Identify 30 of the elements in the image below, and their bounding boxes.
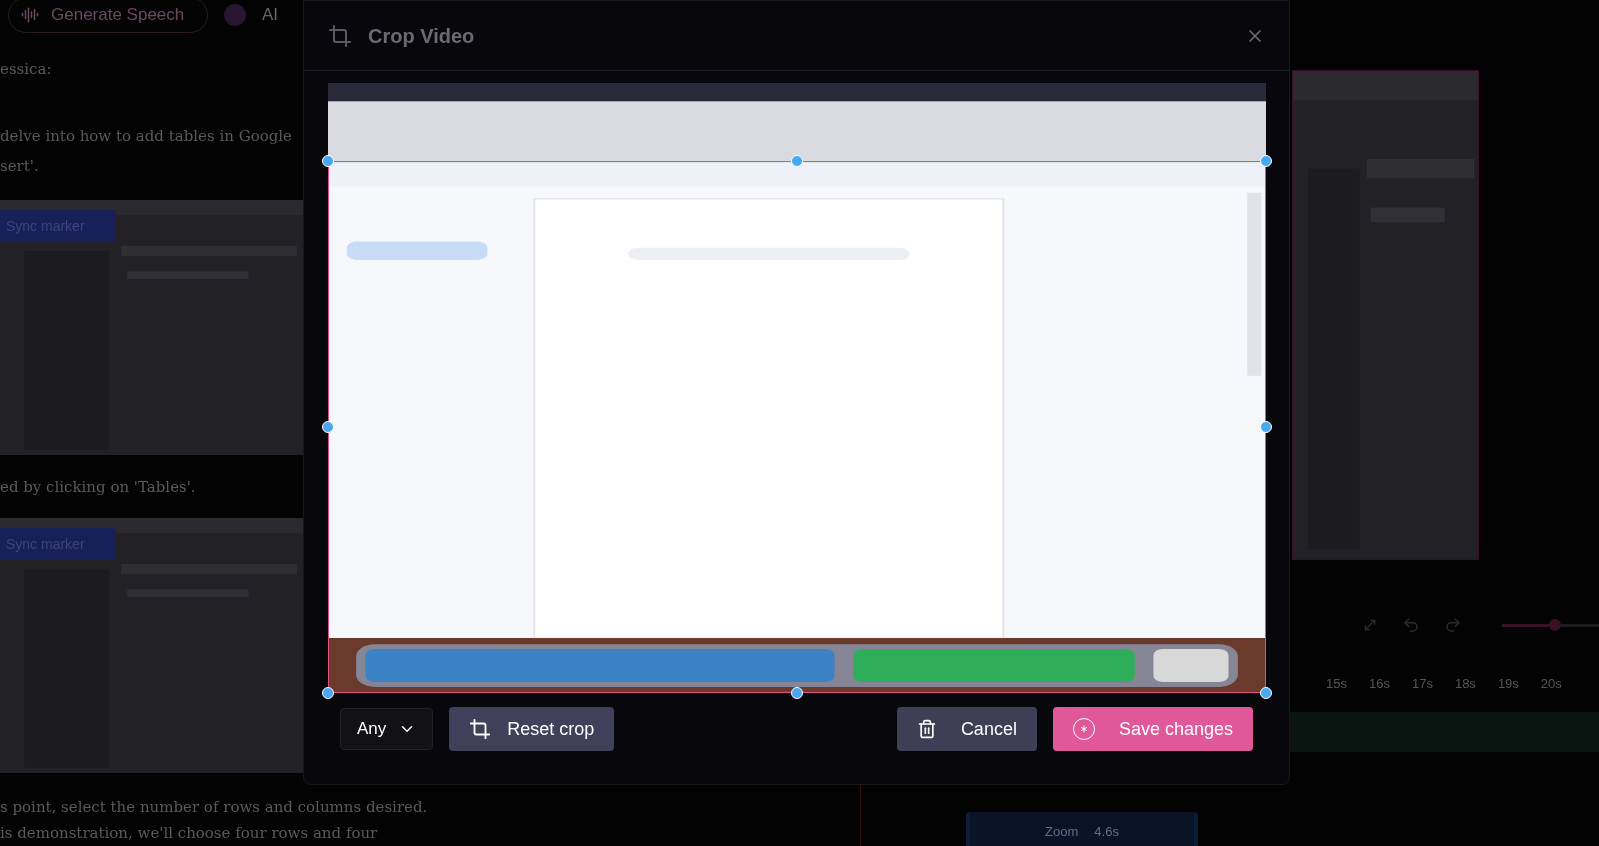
crop-handle[interactable] xyxy=(322,155,334,167)
script-text: essica: xyxy=(0,58,52,80)
crop-icon xyxy=(469,718,492,740)
script-text: s point, select the number of rows and columns desired. xyxy=(0,796,428,818)
script-text: ed by clicking on 'Tables'. xyxy=(0,476,196,498)
timeline-tick-label: 18s xyxy=(1454,675,1476,694)
timeline-tick-label: 17s xyxy=(1411,675,1433,694)
timeline-tick-label: 19s xyxy=(1497,675,1519,694)
crop-handle[interactable] xyxy=(322,421,334,433)
dialog-title: Crop Video xyxy=(368,23,475,49)
trash-icon xyxy=(916,719,937,739)
script-text: sert'. xyxy=(0,155,39,177)
timeline-tick-label: 20s xyxy=(1540,675,1562,694)
crop-icon xyxy=(328,23,352,48)
zoom-clip-duration: 4.6s xyxy=(1094,823,1119,842)
crop-handle[interactable] xyxy=(1260,687,1272,699)
ai-label: AI xyxy=(262,4,279,27)
aspect-select[interactable]: Any xyxy=(340,708,434,750)
zoom-clip-label: Zoom xyxy=(1045,823,1079,842)
waveform-icon xyxy=(21,6,39,24)
cancel-button[interactable]: Cancel xyxy=(896,707,1037,751)
script-text: delve into how to add tables in Google xyxy=(0,125,292,147)
save-changes-button[interactable]: Save changes xyxy=(1052,707,1253,751)
timeline-tick-label: 16s xyxy=(1368,675,1390,694)
ai-icon xyxy=(224,4,246,26)
script-text: is demonstration, we'll choose four rows and four xyxy=(0,823,378,845)
zoom-clip[interactable]: Zoom 4.6s xyxy=(966,812,1198,846)
timeline-tick-label: 15s xyxy=(1326,675,1347,694)
crop-handle[interactable] xyxy=(322,687,334,699)
reset-crop-button[interactable]: Reset crop xyxy=(449,707,615,751)
